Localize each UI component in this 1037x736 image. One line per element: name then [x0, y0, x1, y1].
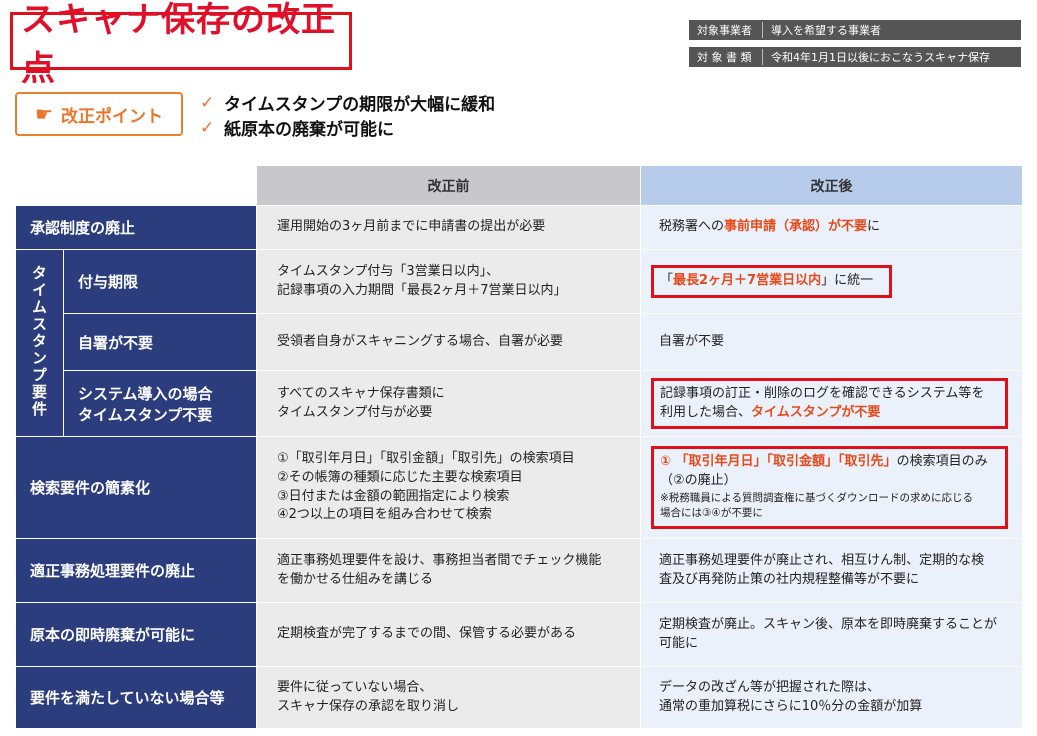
highlight-text: 事前申請（承認）が不要	[724, 219, 868, 235]
cell-before: 運用開始の3ヶ月前までに申請書の提出が必要	[256, 205, 641, 250]
group-label-timestamp: タイムスタンプ要件	[15, 249, 64, 437]
revision-point-item: ✓ 紙原本の廃棄が可能に	[200, 115, 495, 141]
table-row: 承認制度の廃止 運用開始の3ヶ月前までに申請書の提出が必要 税務署への事前申請（…	[15, 205, 1023, 250]
pointing-hand-icon: ☛	[35, 102, 53, 126]
table-row: タイムスタンプ要件 付与期限 タイムスタンプ付与「3営業日以内」、 記録事項の入力…	[15, 249, 1023, 437]
cell-after: データの改ざん等が把握された際は、 通常の重加算税にさらに10％分の金額が加算	[640, 666, 1023, 729]
highlight-text: 最長2ヶ月＋7営業日以内	[673, 273, 822, 289]
highlight-box: ① 「取引年月日」「取引金額」「取引先」の検索項目のみ （②の廃止） ※税務職員…	[651, 446, 1008, 529]
meta-value: 導入を希望する事業者	[771, 24, 881, 37]
meta-target-business: 対象事業者 導入を希望する事業者	[689, 20, 1021, 40]
text: 税務署への	[659, 219, 725, 235]
header-after: 改正後	[640, 165, 1023, 206]
table-row: 要件を満たしていない場合等 要件に従っていない場合、 スキャナ保存の承認を取り消し…	[15, 666, 1023, 729]
cell-after: 定期検査が廃止。スキャン後、原本を即時廃棄することが 可能に	[640, 602, 1023, 667]
revision-point-badge: ☛ 改正ポイント	[15, 92, 183, 136]
highlight-box: 記録事項の訂正・削除のログを確認できるシステム等を 利用した場合、タイムスタンプが…	[651, 377, 1008, 430]
row-label: システム導入の場合 タイムスタンプ不要	[63, 370, 257, 437]
meta-value: 令和4年1月1日以後におこなうスキャナ保存	[771, 51, 990, 64]
cell-before: すべてのスキャナ保存書類に タイムスタンプ付与が必要	[256, 370, 641, 437]
revision-point-text: タイムスタンプの期限が大幅に緩和	[224, 95, 496, 115]
highlight-box: 「最長2ヶ月＋7営業日以内」に統一	[651, 265, 892, 298]
highlight-text: 「取引年月日」「取引金額」「取引先」	[675, 454, 897, 470]
revision-point-item: ✓ タイムスタンプの期限が大幅に緩和	[200, 90, 496, 116]
cell-before: 受領者自身がスキャニングする場合、自署が必要	[256, 313, 641, 371]
comparison-table: 改正前 改正後 承認制度の廃止 運用開始の3ヶ月前までに申請書の提出が必要 税務…	[15, 165, 1023, 729]
check-icon: ✓	[200, 117, 215, 138]
cell-after: ① 「取引年月日」「取引金額」「取引先」の検索項目のみ （②の廃止） ※税務職員…	[640, 436, 1023, 539]
meta-key: 対象事業者	[689, 22, 763, 38]
row-label: 要件を満たしていない場合等	[15, 666, 257, 729]
cell-before: 定期検査が完了するまでの間、保管する必要がある	[256, 602, 641, 667]
table-row: 自署が不要 受領者自身がスキャニングする場合、自署が必要 自署が不要	[16, 313, 1023, 371]
revision-point-label: 改正ポイント	[60, 106, 163, 127]
row-label: 適正事務処理要件の廃止	[15, 538, 257, 603]
meta-key: 対 象 書 類	[689, 49, 763, 65]
header-before: 改正前	[256, 165, 641, 206]
title-box: スキャナ保存の改正点	[10, 0, 352, 89]
text: に	[867, 219, 881, 235]
row-label: 付与期限	[63, 249, 257, 314]
row-label: 検索要件の簡素化	[15, 436, 257, 539]
cell-before: 適正事務処理要件を設け、事務担当者間でチェック機能 を働かせる仕組みを講じる	[256, 538, 641, 603]
cell-before: ①「取引年月日」「取引金額」「取引先」の検索項目 ②その帳簿の種類に応じた主要な…	[256, 436, 641, 539]
revision-point-text: 紙原本の廃棄が可能に	[224, 120, 394, 140]
table-row: 適正事務処理要件の廃止 適正事務処理要件を設け、事務担当者間でチェック機能 を働か…	[15, 538, 1023, 603]
meta-target-docs: 対 象 書 類 令和4年1月1日以後におこなうスキャナ保存	[689, 47, 1021, 67]
cell-after: 記録事項の訂正・削除のログを確認できるシステム等を 利用した場合、タイムスタンプが…	[640, 370, 1023, 437]
check-icon: ✓	[200, 92, 215, 113]
cell-after: 適正事務処理要件が廃止され、相互けん制、定期的な検 査及び再発防止策の社内規程整備…	[640, 538, 1023, 603]
cell-before: タイムスタンプ付与「3営業日以内」、 記録事項の入力期間「最長2ヶ月＋7営業日以内…	[256, 249, 641, 314]
table-row: 原本の即時廃棄が可能に 定期検査が完了するまでの間、保管する必要がある 定期検査…	[15, 602, 1023, 667]
cell-after: 「最長2ヶ月＋7営業日以内」に統一	[640, 249, 1023, 314]
revision-points-list: ✓ タイムスタンプの期限が大幅に緩和 ✓ 紙原本の廃棄が可能に	[200, 90, 496, 141]
page-title: スキャナ保存の改正点	[21, 0, 336, 89]
row-label: 原本の即時廃棄が可能に	[15, 602, 257, 667]
cell-before: 要件に従っていない場合、 スキャナ保存の承認を取り消し	[256, 666, 641, 729]
header-blank	[15, 165, 257, 206]
table-row: システム導入の場合 タイムスタンプ不要 すべてのスキャナ保存書類に タイムスタンプ付…	[16, 370, 1023, 437]
cell-after: 自署が不要	[640, 313, 1023, 371]
row-label: 自署が不要	[63, 313, 257, 371]
table-header-row: 改正前 改正後	[15, 165, 1023, 206]
table-row: 検索要件の簡素化 ①「取引年月日」「取引金額」「取引先」の検索項目 ②その帳簿の…	[15, 436, 1023, 539]
row-label: 承認制度の廃止	[15, 205, 257, 250]
cell-after: 税務署への事前申請（承認）が不要に	[640, 205, 1023, 250]
highlight-text: タイムスタンプが不要	[751, 404, 881, 420]
